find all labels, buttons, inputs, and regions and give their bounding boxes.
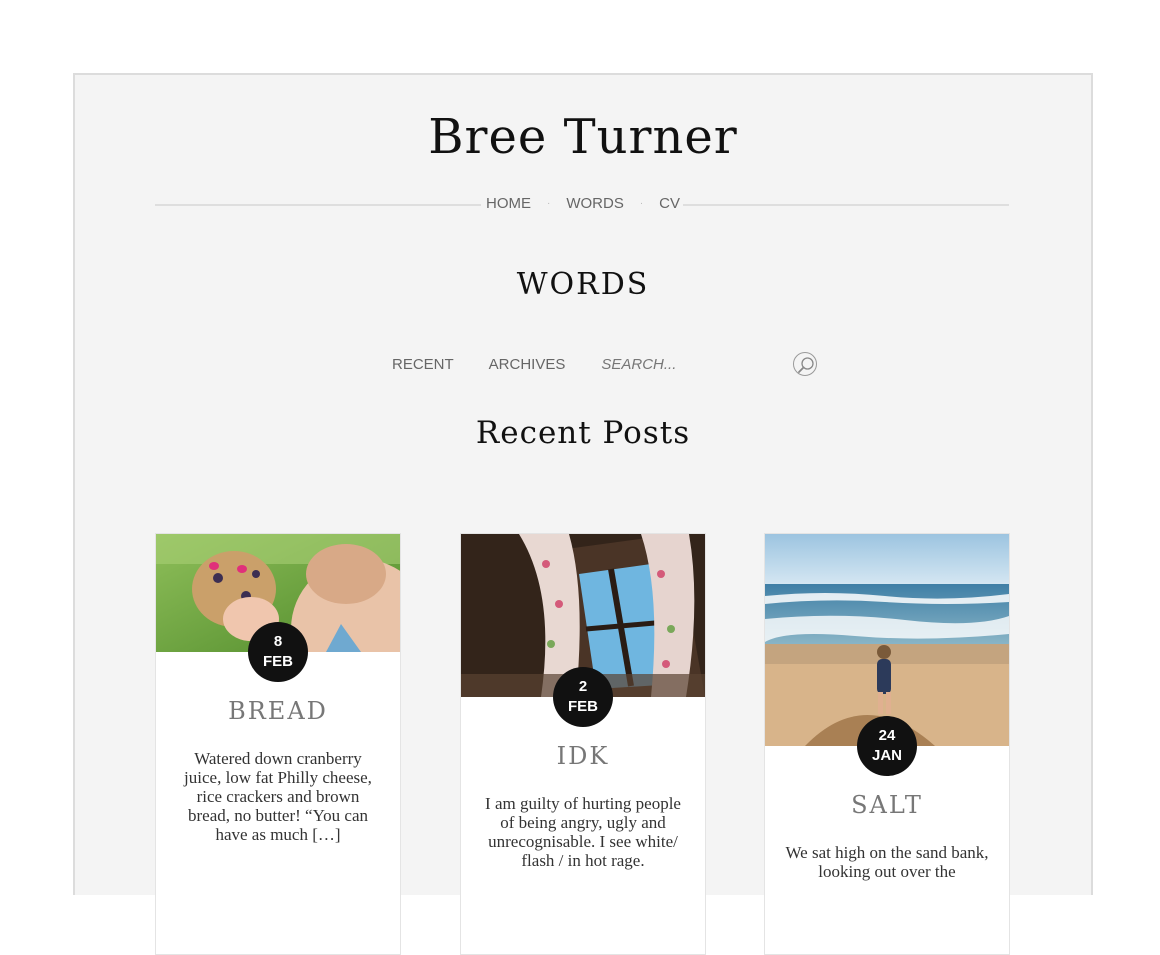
main-nav: HOME · WORDS · CV — [75, 195, 1091, 212]
post-title[interactable]: SALT — [765, 791, 1009, 819]
post-excerpt: We sat high on the sand bank, looking ou… — [785, 843, 989, 881]
post-date-month: JAN — [871, 747, 902, 764]
post-card[interactable]: 8 FEB BREAD Watered down cranberry juice… — [155, 533, 401, 955]
page-frame: Bree Turner HOME · WORDS · CV WORDS RECE… — [73, 73, 1093, 955]
post-date-day: 24 — [878, 727, 896, 744]
post-title[interactable]: IDK — [461, 742, 705, 770]
nav-item-cv[interactable]: CV — [657, 195, 682, 212]
post-excerpt: I am guilty of hurting people of being a… — [485, 794, 681, 870]
post-thumbnail[interactable] — [765, 534, 1009, 746]
post-card[interactable]: 24 JAN SALT We sat high on the sand bank… — [764, 533, 1010, 955]
post-date-month: FEB — [568, 698, 598, 715]
nav-separator: · — [546, 198, 551, 209]
post-date-month: FEB — [263, 653, 293, 670]
nav-separator: · — [639, 198, 644, 209]
tab-archives[interactable]: ARCHIVES — [489, 356, 566, 373]
post-excerpt: Watered down cranberry juice, low fat Ph… — [184, 749, 372, 844]
section-title: Recent Posts — [475, 415, 691, 451]
nav-item-words[interactable]: WORDS — [564, 195, 626, 212]
nav-item-home[interactable]: HOME — [484, 195, 533, 212]
post-card[interactable]: 2 FEB IDK I am guilty of hurting people … — [460, 533, 706, 955]
search-input[interactable] — [601, 355, 782, 373]
blog-subnav: RECENT ARCHIVES — [392, 352, 818, 376]
post-date-day: 8 — [273, 633, 283, 650]
post-title[interactable]: BREAD — [156, 697, 400, 725]
page-title: WORDS — [516, 267, 650, 302]
site-title[interactable]: Bree Turner — [75, 109, 1091, 165]
post-date-badge: 24 JAN — [857, 716, 917, 776]
post-date-badge: 8 FEB — [248, 622, 308, 682]
post-date-day: 2 — [578, 678, 588, 695]
tab-recent[interactable]: RECENT — [392, 356, 454, 373]
post-date-badge: 2 FEB — [553, 667, 613, 727]
search-button[interactable] — [793, 352, 818, 376]
